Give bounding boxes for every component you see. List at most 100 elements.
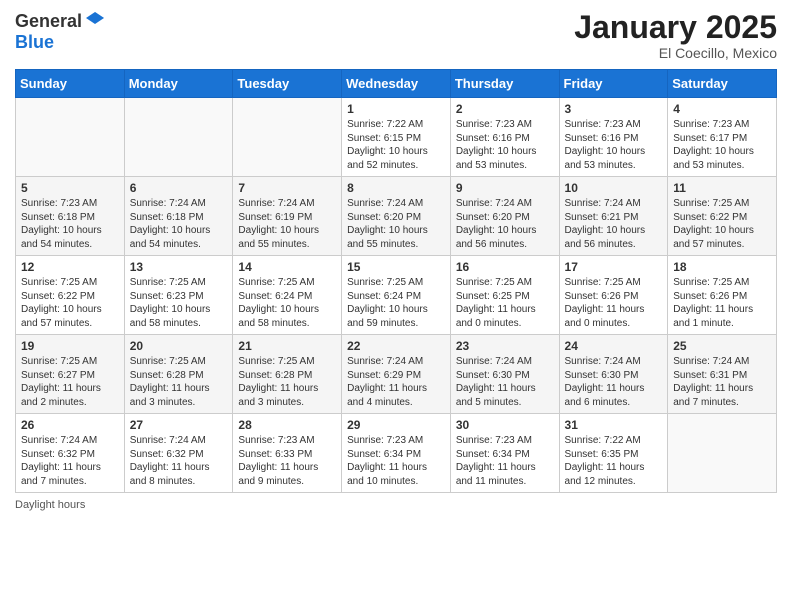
month-title: January 2025 <box>574 10 777 45</box>
footer: Daylight hours <box>15 499 777 511</box>
logo-general-text: General <box>15 11 82 32</box>
day-info: Sunrise: 7:25 AM Sunset: 6:27 PM Dayligh… <box>21 355 119 409</box>
calendar-cell: 29 Sunrise: 7:23 AM Sunset: 6:34 PM Dayli… <box>342 414 451 493</box>
day-number: 10 <box>565 181 663 195</box>
day-number: 17 <box>565 260 663 274</box>
day-info: Sunrise: 7:25 AM Sunset: 6:26 PM Dayligh… <box>673 276 771 330</box>
day-number: 1 <box>347 102 445 116</box>
calendar-cell: 2 Sunrise: 7:23 AM Sunset: 6:16 PM Daylig… <box>450 98 559 177</box>
day-number: 3 <box>565 102 663 116</box>
day-info: Sunrise: 7:25 AM Sunset: 6:28 PM Dayligh… <box>130 355 228 409</box>
calendar-week-row: 1 Sunrise: 7:22 AM Sunset: 6:15 PM Daylig… <box>16 98 777 177</box>
day-number: 19 <box>21 339 119 353</box>
day-number: 5 <box>21 181 119 195</box>
calendar-cell: 23 Sunrise: 7:24 AM Sunset: 6:30 PM Dayli… <box>450 335 559 414</box>
day-number: 18 <box>673 260 771 274</box>
day-number: 16 <box>456 260 554 274</box>
day-of-week-header: Sunday <box>16 70 125 98</box>
day-of-week-header: Tuesday <box>233 70 342 98</box>
day-of-week-header: Saturday <box>668 70 777 98</box>
calendar-cell: 10 Sunrise: 7:24 AM Sunset: 6:21 PM Dayli… <box>559 177 668 256</box>
calendar-cell: 25 Sunrise: 7:24 AM Sunset: 6:31 PM Dayli… <box>668 335 777 414</box>
page-header: General Blue January 2025 El Coecillo, M… <box>15 10 777 61</box>
calendar-cell: 11 Sunrise: 7:25 AM Sunset: 6:22 PM Dayli… <box>668 177 777 256</box>
day-number: 2 <box>456 102 554 116</box>
day-number: 12 <box>21 260 119 274</box>
day-number: 13 <box>130 260 228 274</box>
day-info: Sunrise: 7:25 AM Sunset: 6:22 PM Dayligh… <box>673 197 771 251</box>
day-info: Sunrise: 7:25 AM Sunset: 6:22 PM Dayligh… <box>21 276 119 330</box>
day-number: 6 <box>130 181 228 195</box>
day-number: 24 <box>565 339 663 353</box>
calendar-header-row: SundayMondayTuesdayWednesdayThursdayFrid… <box>16 70 777 98</box>
day-info: Sunrise: 7:24 AM Sunset: 6:31 PM Dayligh… <box>673 355 771 409</box>
day-number: 26 <box>21 418 119 432</box>
day-number: 21 <box>238 339 336 353</box>
calendar-cell: 4Sunrise: 7:23 AM Sunset: 6:17 PM Daylig… <box>668 98 777 177</box>
day-number: 8 <box>347 181 445 195</box>
day-info: Sunrise: 7:23 AM Sunset: 6:34 PM Dayligh… <box>347 434 445 488</box>
day-number: 27 <box>130 418 228 432</box>
day-info: Sunrise: 7:25 AM Sunset: 6:28 PM Dayligh… <box>238 355 336 409</box>
day-info: Sunrise: 7:23 AM Sunset: 6:16 PM Dayligh… <box>456 118 554 172</box>
calendar-cell <box>16 98 125 177</box>
calendar-cell: 21 Sunrise: 7:25 AM Sunset: 6:28 PM Dayli… <box>233 335 342 414</box>
logo-flag-icon <box>84 10 106 32</box>
day-info: Sunrise: 7:23 AM Sunset: 6:34 PM Dayligh… <box>456 434 554 488</box>
day-number: 7 <box>238 181 336 195</box>
day-of-week-header: Monday <box>124 70 233 98</box>
location: El Coecillo, Mexico <box>574 45 777 61</box>
day-info: Sunrise: 7:24 AM Sunset: 6:21 PM Dayligh… <box>565 197 663 251</box>
calendar-cell: 18 Sunrise: 7:25 AM Sunset: 6:26 PM Dayli… <box>668 256 777 335</box>
day-info: Sunrise: 7:22 AM Sunset: 6:15 PM Dayligh… <box>347 118 445 172</box>
day-info: Sunrise: 7:23 AM Sunset: 6:18 PM Dayligh… <box>21 197 119 251</box>
calendar-cell: 30 Sunrise: 7:23 AM Sunset: 6:34 PM Dayli… <box>450 414 559 493</box>
title-section: January 2025 El Coecillo, Mexico <box>574 10 777 61</box>
calendar-week-row: 5 Sunrise: 7:23 AM Sunset: 6:18 PM Daylig… <box>16 177 777 256</box>
calendar-week-row: 26 Sunrise: 7:24 AM Sunset: 6:32 PM Dayli… <box>16 414 777 493</box>
day-number: 30 <box>456 418 554 432</box>
calendar-cell <box>233 98 342 177</box>
calendar-cell: 28 Sunrise: 7:23 AM Sunset: 6:33 PM Dayli… <box>233 414 342 493</box>
calendar-cell: 20Sunrise: 7:25 AM Sunset: 6:28 PM Dayli… <box>124 335 233 414</box>
day-number: 11 <box>673 181 771 195</box>
calendar-cell: 5 Sunrise: 7:23 AM Sunset: 6:18 PM Daylig… <box>16 177 125 256</box>
calendar-cell: 31 Sunrise: 7:22 AM Sunset: 6:35 PM Dayli… <box>559 414 668 493</box>
day-info: Sunrise: 7:23 AM Sunset: 6:33 PM Dayligh… <box>238 434 336 488</box>
calendar-cell: 16Sunrise: 7:25 AM Sunset: 6:25 PM Dayli… <box>450 256 559 335</box>
day-info: Sunrise: 7:25 AM Sunset: 6:26 PM Dayligh… <box>565 276 663 330</box>
day-number: 25 <box>673 339 771 353</box>
calendar-page: General Blue January 2025 El Coecillo, M… <box>0 0 792 612</box>
calendar-cell: 26 Sunrise: 7:24 AM Sunset: 6:32 PM Dayli… <box>16 414 125 493</box>
day-info: Sunrise: 7:25 AM Sunset: 6:24 PM Dayligh… <box>238 276 336 330</box>
logo: General Blue <box>15 10 106 53</box>
day-info: Sunrise: 7:24 AM Sunset: 6:32 PM Dayligh… <box>130 434 228 488</box>
calendar-cell: 13Sunrise: 7:25 AM Sunset: 6:23 PM Dayli… <box>124 256 233 335</box>
calendar-cell: 24 Sunrise: 7:24 AM Sunset: 6:30 PM Dayli… <box>559 335 668 414</box>
day-info: Sunrise: 7:24 AM Sunset: 6:32 PM Dayligh… <box>21 434 119 488</box>
day-info: Sunrise: 7:25 AM Sunset: 6:24 PM Dayligh… <box>347 276 445 330</box>
calendar-cell: 1 Sunrise: 7:22 AM Sunset: 6:15 PM Daylig… <box>342 98 451 177</box>
day-info: Sunrise: 7:24 AM Sunset: 6:18 PM Dayligh… <box>130 197 228 251</box>
calendar-cell: 9Sunrise: 7:24 AM Sunset: 6:20 PM Daylig… <box>450 177 559 256</box>
day-number: 22 <box>347 339 445 353</box>
day-info: Sunrise: 7:24 AM Sunset: 6:30 PM Dayligh… <box>456 355 554 409</box>
day-number: 23 <box>456 339 554 353</box>
calendar-cell: 15Sunrise: 7:25 AM Sunset: 6:24 PM Dayli… <box>342 256 451 335</box>
calendar-table: SundayMondayTuesdayWednesdayThursdayFrid… <box>15 69 777 493</box>
day-number: 14 <box>238 260 336 274</box>
day-info: Sunrise: 7:22 AM Sunset: 6:35 PM Dayligh… <box>565 434 663 488</box>
day-number: 29 <box>347 418 445 432</box>
calendar-cell: 27 Sunrise: 7:24 AM Sunset: 6:32 PM Dayli… <box>124 414 233 493</box>
calendar-cell <box>668 414 777 493</box>
day-number: 28 <box>238 418 336 432</box>
logo-blue-text: Blue <box>15 32 106 53</box>
day-info: Sunrise: 7:24 AM Sunset: 6:19 PM Dayligh… <box>238 197 336 251</box>
calendar-cell: 22Sunrise: 7:24 AM Sunset: 6:29 PM Dayli… <box>342 335 451 414</box>
day-info: Sunrise: 7:24 AM Sunset: 6:30 PM Dayligh… <box>565 355 663 409</box>
day-info: Sunrise: 7:23 AM Sunset: 6:17 PM Dayligh… <box>673 118 771 172</box>
day-of-week-header: Friday <box>559 70 668 98</box>
day-number: 31 <box>565 418 663 432</box>
day-info: Sunrise: 7:24 AM Sunset: 6:20 PM Dayligh… <box>347 197 445 251</box>
day-number: 9 <box>456 181 554 195</box>
